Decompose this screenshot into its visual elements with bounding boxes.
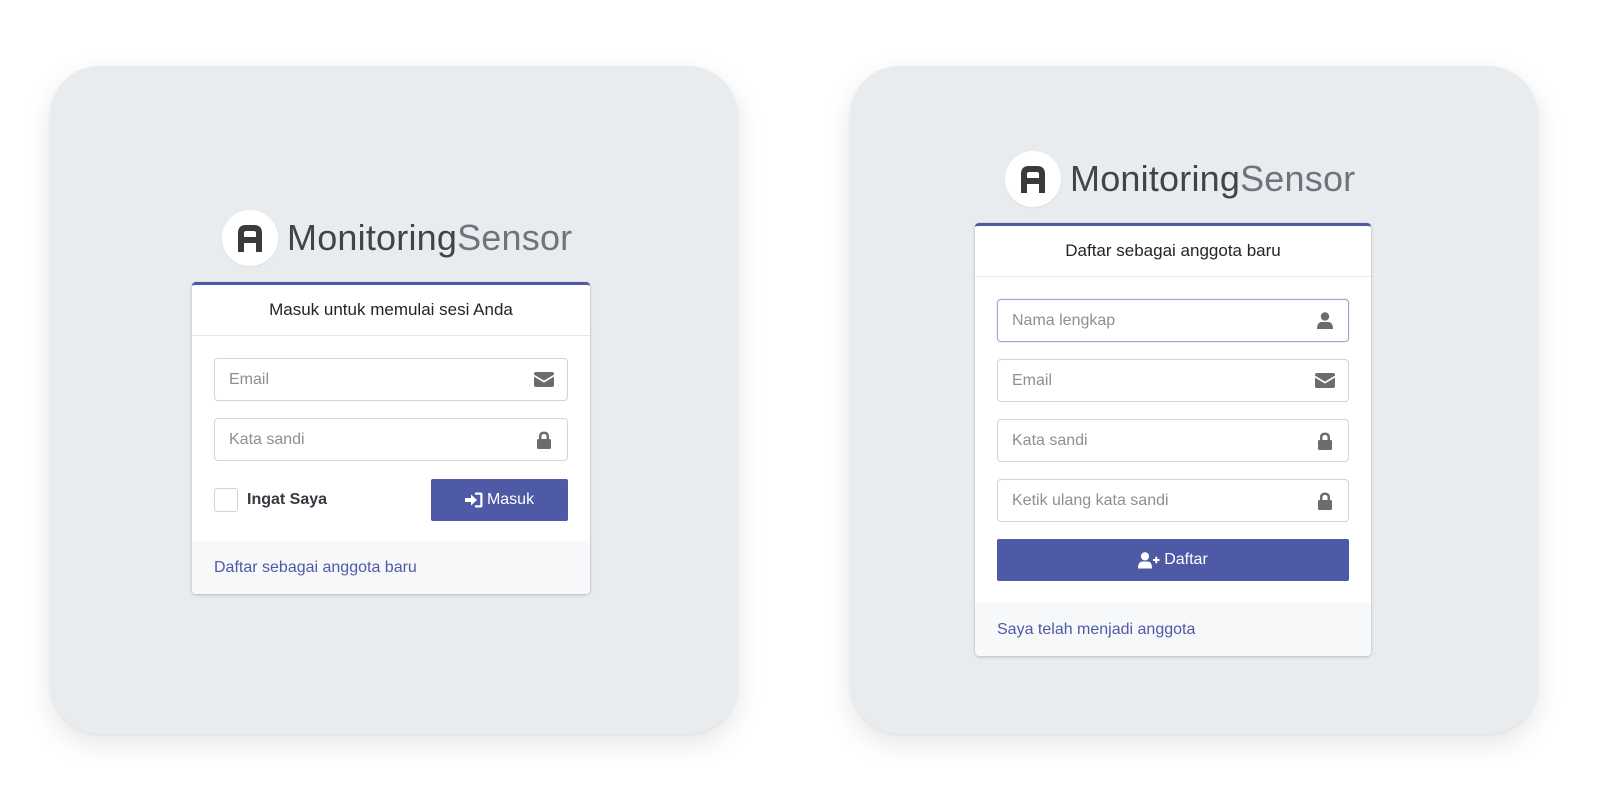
lock-icon [1314, 430, 1336, 452]
login-submit-label: Masuk [486, 490, 535, 508]
lock-icon [533, 429, 555, 451]
register-password-field[interactable] [997, 419, 1349, 462]
brand-name-bold: Monitoring [1070, 158, 1241, 199]
remember-label[interactable]: Ingat Saya [247, 491, 327, 509]
register-retype-input[interactable] [998, 480, 1348, 521]
register-card: Daftar sebagai anggota baru Nama lengkap… [975, 223, 1371, 656]
sign-in-icon [464, 492, 483, 508]
login-card-footer: Daftar sebagai anggota baru [192, 541, 590, 594]
remember-me[interactable]: Ingat Saya [214, 487, 327, 512]
login-brand: MonitoringSensor [222, 210, 572, 266]
register-card-footer: Saya telah menjadi anggota [975, 603, 1371, 656]
lock-icon [1314, 490, 1336, 512]
brand-name-bold: Monitoring [287, 217, 458, 258]
brand-name-light: Sensor [457, 217, 573, 258]
login-link[interactable]: Saya telah menjadi anggota [997, 621, 1195, 639]
register-name-field[interactable] [997, 299, 1349, 342]
register-email-input[interactable] [998, 360, 1348, 401]
user-icon [1314, 310, 1336, 332]
register-email-field[interactable] [997, 359, 1349, 402]
register-submit-label: Daftar [1164, 551, 1208, 568]
brand-title: MonitoringSensor [1070, 158, 1355, 200]
login-submit-button[interactable]: Masuk [431, 478, 568, 521]
login-card-body: Ingat Saya Masuk [192, 336, 590, 521]
register-password-input[interactable] [998, 420, 1348, 461]
envelope-icon [1314, 370, 1336, 392]
remember-checkbox[interactable] [214, 487, 238, 512]
register-card-header: Daftar sebagai anggota baru [975, 226, 1371, 277]
login-email-input[interactable] [215, 359, 567, 400]
brand-name-light: Sensor [1240, 158, 1356, 199]
envelope-icon [533, 369, 555, 391]
brand-title: MonitoringSensor [287, 217, 572, 259]
login-password-field[interactable] [214, 418, 568, 461]
register-brand: MonitoringSensor [1005, 151, 1355, 207]
login-card-header: Masuk untuk memulai sesi Anda [192, 285, 590, 336]
register-card-body: Daftar [975, 277, 1371, 581]
register-submit-button[interactable]: Daftar [997, 539, 1349, 581]
register-retype-field[interactable] [997, 479, 1349, 522]
register-panel: MonitoringSensor Daftar sebagai anggota … [850, 66, 1538, 734]
login-password-input[interactable] [215, 419, 567, 460]
register-link[interactable]: Daftar sebagai anggota baru [214, 559, 417, 577]
login-actions-row: Ingat Saya Masuk [214, 478, 568, 521]
login-card: Masuk untuk memulai sesi Anda Ingat Saya [192, 282, 590, 594]
logo-icon [222, 210, 278, 266]
register-name-input[interactable] [998, 300, 1348, 341]
login-panel: MonitoringSensor Masuk untuk memulai ses… [50, 66, 738, 734]
login-email-field[interactable] [214, 358, 568, 401]
logo-icon [1005, 151, 1061, 207]
user-plus-icon [1138, 551, 1160, 569]
